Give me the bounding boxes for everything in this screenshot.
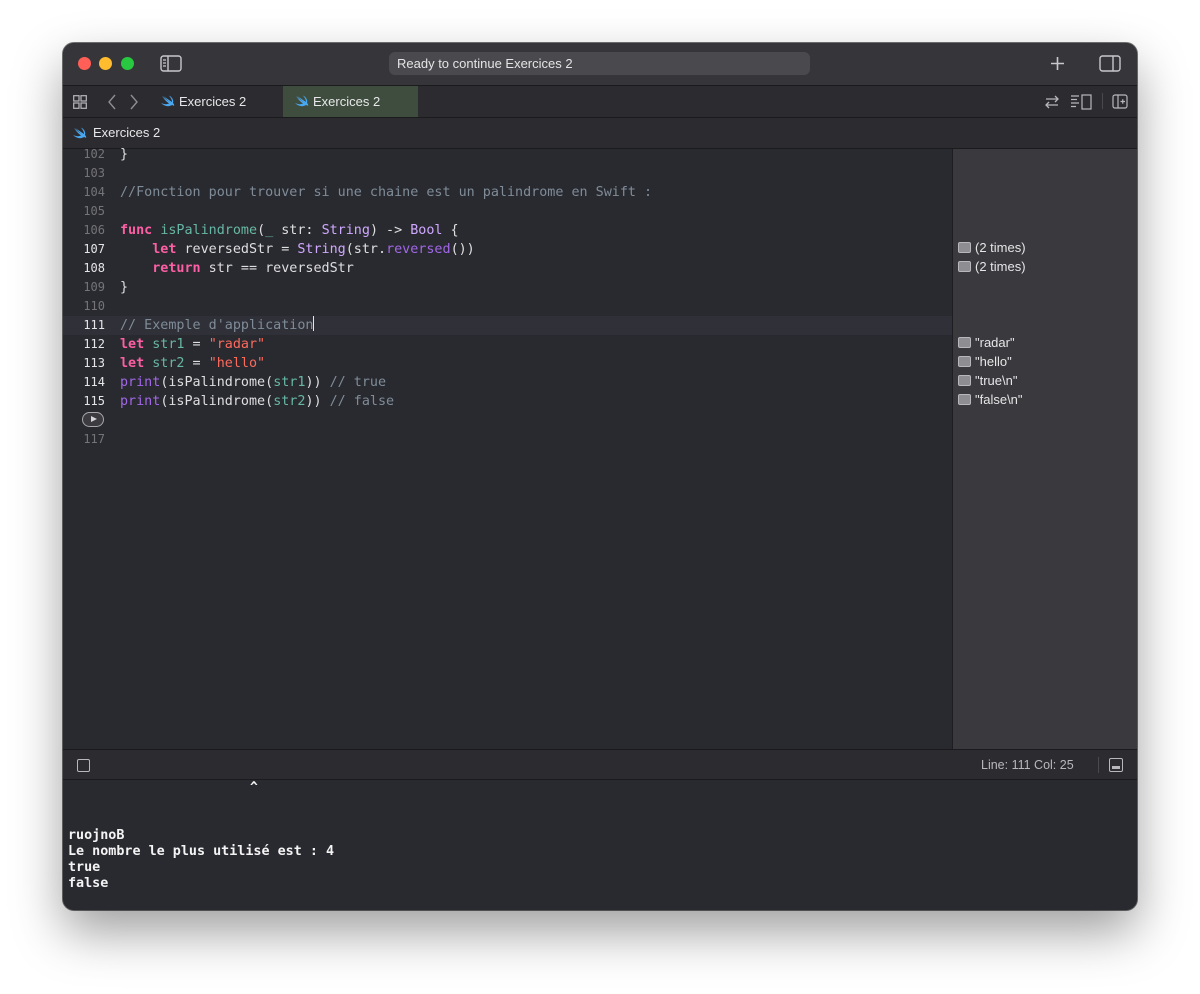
add-icon[interactable]	[1050, 56, 1065, 71]
result-item[interactable]: "radar"	[958, 333, 1015, 352]
separator	[1102, 93, 1103, 109]
minimap-icon[interactable]	[1070, 94, 1092, 110]
back-icon[interactable]	[107, 94, 117, 110]
activity-view: Ready to continue Exercices 2	[389, 52, 810, 75]
console-line: false	[68, 876, 109, 891]
tab-exercices-2[interactable]: Exercices 2	[149, 86, 283, 117]
code-line: 117	[63, 430, 952, 449]
tab-label: Exercices 2	[179, 94, 247, 109]
cursor-position: Line: 111 Col: 25	[981, 758, 1074, 772]
code-text: let str2 = "hello"	[120, 356, 266, 371]
line-number: 109	[83, 280, 105, 294]
result-quicklook-icon[interactable]	[958, 394, 971, 405]
code-line: 104 //Fonction pour trouver si une chain…	[63, 183, 952, 202]
close-button[interactable]	[78, 57, 91, 70]
result-quicklook-icon[interactable]	[958, 375, 971, 386]
split-editor-icon[interactable]	[1112, 94, 1128, 109]
line-number: 114	[83, 375, 105, 389]
inspector-icon[interactable]	[1099, 55, 1121, 72]
breadcrumb[interactable]: Exercices 2	[93, 118, 160, 147]
code-text: func isPalindrome(_ str: String) -> Bool…	[120, 223, 459, 238]
line-number: 117	[83, 432, 105, 446]
line-number: 105	[83, 204, 105, 218]
console-toggle-icon[interactable]	[1109, 758, 1123, 772]
code-text: }	[120, 280, 129, 295]
tab-exercices-2-active[interactable]: Exercices 2	[283, 86, 418, 117]
code-line: 108 return str == reversedStr	[63, 259, 952, 278]
line-number: 115	[83, 394, 105, 408]
result-item[interactable]: "false\n"	[958, 390, 1023, 409]
console-line: Le nombre le plus utilisé est : 4	[68, 844, 335, 859]
code-line: 113 let str2 = "hello"	[63, 354, 952, 373]
debug-area-toggle-icon[interactable]	[77, 759, 90, 772]
playground-window: Ready to continue Exercices 2 Exercices …	[63, 43, 1137, 910]
result-item[interactable]: (2 times)	[958, 238, 1026, 257]
code-text: let str1 = "radar"	[120, 337, 266, 352]
code-line: 114 print(isPalindrome(str1)) // true	[63, 373, 952, 392]
title-bar: Ready to continue Exercices 2	[63, 43, 1137, 86]
status-bar: Line: 111 Col: 25	[63, 749, 1137, 780]
sidebar-toggle-icon[interactable]	[160, 55, 182, 72]
code-line: 102 }	[63, 145, 952, 164]
code-text: // Exemple d'application	[120, 316, 315, 333]
code-line: 106 func isPalindrome(_ str: String) -> …	[63, 221, 952, 240]
result-quicklook-icon[interactable]	[958, 261, 971, 272]
console-line: true	[68, 860, 101, 875]
console-line: ruojnoB	[68, 828, 125, 843]
tab-label: Exercices 2	[313, 94, 381, 109]
result-item[interactable]: (2 times)	[958, 257, 1026, 276]
console-caret: ^	[250, 780, 258, 795]
tab-bar: Exercices 2 Exercices 2	[63, 86, 1137, 118]
swift-icon	[295, 95, 309, 107]
forward-icon[interactable]	[129, 94, 139, 110]
line-number: 111	[83, 318, 105, 332]
result-item[interactable]: "true\n"	[958, 371, 1017, 390]
line-number: 106	[83, 223, 105, 237]
code-text: let reversedStr = String(str.reversed())	[152, 242, 475, 257]
result-item[interactable]: "hello"	[958, 352, 1012, 371]
run-icon[interactable]	[82, 412, 104, 427]
separator	[1098, 757, 1099, 773]
code-text: }	[120, 147, 129, 162]
result-quicklook-icon[interactable]	[958, 242, 971, 253]
code-comment: //Fonction pour trouver si une chaine es…	[120, 185, 653, 200]
code-line	[63, 411, 952, 430]
code-line: 112 let str1 = "radar"	[63, 335, 952, 354]
line-number: 108	[83, 261, 105, 275]
code-line: 109 }	[63, 278, 952, 297]
line-number: 102	[83, 147, 105, 161]
code-line: 107 let reversedStr = String(str.reverse…	[63, 240, 952, 259]
line-number: 103	[83, 166, 105, 180]
line-number: 112	[83, 337, 105, 351]
code-text: print(isPalindrome(str1)) // true	[120, 375, 387, 390]
text-cursor	[313, 316, 315, 331]
code-text: print(isPalindrome(str2)) // false	[120, 394, 395, 409]
code-text: return str == reversedStr	[152, 261, 354, 276]
result-quicklook-icon[interactable]	[958, 356, 971, 367]
code-line: 115 print(isPalindrome(str2)) // false	[63, 392, 952, 411]
line-number: 107	[83, 242, 105, 256]
result-quicklook-icon[interactable]	[958, 337, 971, 348]
swift-icon	[161, 95, 175, 107]
code-line: 103	[63, 164, 952, 183]
swap-icon[interactable]	[1044, 95, 1060, 109]
line-number: 110	[83, 299, 105, 313]
line-number: 104	[83, 185, 105, 199]
minimize-button[interactable]	[99, 57, 112, 70]
console-output[interactable]: ^ ruojnoB Le nombre le plus utilisé est …	[63, 780, 1137, 910]
code-line: 110	[63, 297, 952, 316]
grid-icon[interactable]	[73, 95, 87, 109]
current-line: 111 // Exemple d'application	[63, 316, 952, 335]
code-editor[interactable]: 102 } 103 104 //Fonction pour trouver si…	[63, 147, 952, 749]
swift-icon	[73, 127, 87, 139]
zoom-button[interactable]	[121, 57, 134, 70]
line-number: 113	[83, 356, 105, 370]
code-line: 105	[63, 202, 952, 221]
